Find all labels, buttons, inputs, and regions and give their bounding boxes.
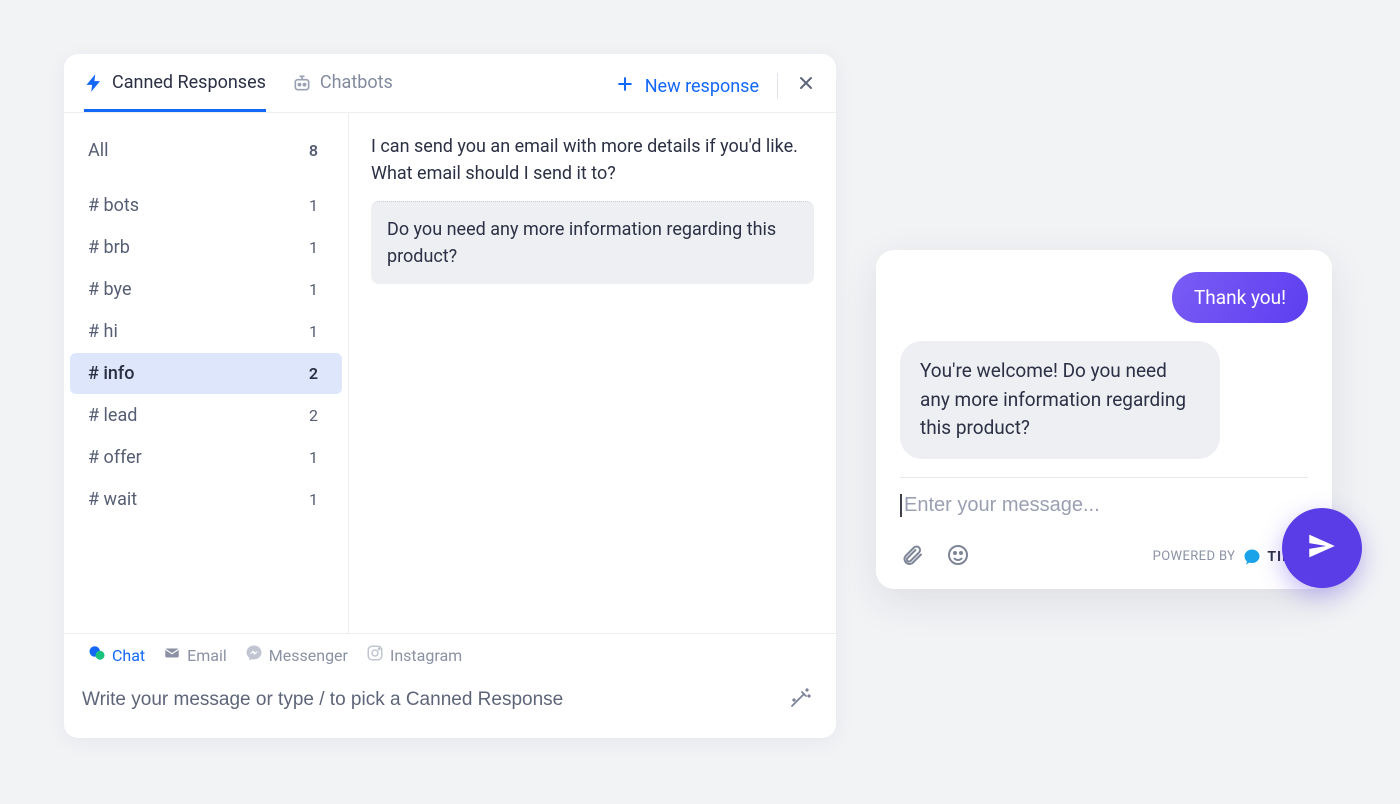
sidebar-item-label: # brb — [88, 237, 130, 258]
sidebar-tag-hi[interactable]: # hi 1 — [70, 311, 342, 352]
panel-header: Canned Responses Chatbots New response — [64, 54, 836, 113]
close-button[interactable] — [796, 73, 816, 99]
compose-row — [64, 672, 836, 738]
send-button[interactable] — [1282, 508, 1362, 588]
sidebar-tag-bots[interactable]: # bots 1 — [70, 185, 342, 226]
channel-chat-label: Chat — [112, 646, 145, 665]
compose-input[interactable] — [82, 689, 788, 711]
panel-body: All 8 # bots 1 # brb 1 # bye 1 # hi 1 # … — [64, 113, 836, 633]
sidebar-tag-bye[interactable]: # bye 1 — [70, 269, 342, 310]
channel-chat[interactable]: Chat — [88, 644, 145, 666]
channel-instagram[interactable]: Instagram — [366, 644, 462, 666]
channel-email[interactable]: Email — [163, 644, 227, 666]
sidebar-item-count: 1 — [309, 448, 318, 467]
channel-email-label: Email — [187, 646, 227, 665]
mail-icon — [163, 644, 181, 666]
message-sent: Thank you! — [1172, 272, 1308, 323]
attachment-icon[interactable] — [900, 543, 924, 571]
emoji-icon[interactable] — [946, 543, 970, 571]
sidebar-item-count: 1 — [309, 490, 318, 509]
sidebar-item-label: # wait — [88, 489, 137, 510]
powered-by-label: POWERED BY — [1153, 549, 1236, 564]
chat-divider — [900, 477, 1308, 478]
sidebar-item-count: 1 — [309, 322, 318, 341]
sidebar-item-count: 1 — [309, 196, 318, 215]
sidebar-item-count: 2 — [309, 364, 318, 383]
sidebar-tag-lead[interactable]: # lead 2 — [70, 395, 342, 436]
sidebar-item-count: 1 — [309, 238, 318, 257]
sidebar-item-label: # bye — [88, 279, 132, 300]
tab-chatbots-label: Chatbots — [320, 72, 393, 93]
channel-messenger-label: Messenger — [269, 646, 348, 665]
divider — [777, 73, 778, 99]
tab-chatbots[interactable]: Chatbots — [292, 72, 393, 112]
chat-input[interactable] — [900, 494, 1308, 517]
response-preview-2-selected[interactable]: Do you need any more information regardi… — [371, 201, 814, 284]
bolt-icon — [84, 73, 104, 93]
sidebar-tag-info[interactable]: # info 2 — [70, 353, 342, 394]
magic-wand-icon[interactable] — [788, 686, 812, 714]
robot-icon — [292, 73, 312, 93]
sidebar-item-label: # offer — [88, 447, 142, 468]
header-tabs: Canned Responses Chatbots — [84, 72, 615, 112]
header-actions: New response — [615, 73, 816, 111]
new-response-label: New response — [645, 76, 759, 97]
send-icon — [1305, 529, 1339, 567]
sidebar-tag-wait[interactable]: # wait 1 — [70, 479, 342, 520]
sidebar-tag-brb[interactable]: # brb 1 — [70, 227, 342, 268]
messenger-icon — [245, 644, 263, 666]
canned-responses-panel: Canned Responses Chatbots New response — [64, 54, 836, 738]
sidebar-all[interactable]: All 8 — [70, 130, 342, 171]
sidebar-item-label: # info — [88, 363, 135, 384]
sidebar-item-count: 1 — [309, 280, 318, 299]
sidebar-all-label: All — [88, 140, 109, 161]
tab-canned-label: Canned Responses — [112, 72, 266, 93]
chat-widget: Thank you! You're welcome! Do you need a… — [876, 250, 1332, 589]
sidebar-tag-offer[interactable]: # offer 1 — [70, 437, 342, 478]
channel-messenger[interactable]: Messenger — [245, 644, 348, 666]
tag-sidebar: All 8 # bots 1 # brb 1 # bye 1 # hi 1 # … — [64, 113, 349, 633]
sidebar-item-label: # hi — [88, 321, 118, 342]
sidebar-item-label: # bots — [88, 195, 139, 216]
response-preview-area: I can send you an email with more detail… — [349, 113, 836, 633]
chat-bubble-icon — [88, 644, 106, 666]
channel-instagram-label: Instagram — [390, 646, 462, 665]
chat-messages: Thank you! You're welcome! Do you need a… — [900, 272, 1308, 459]
instagram-icon — [366, 644, 384, 666]
sidebar-item-label: # lead — [88, 405, 137, 426]
response-preview-1[interactable]: I can send you an email with more detail… — [371, 133, 814, 187]
channel-bar: Chat Email Messenger Instagram — [64, 633, 836, 672]
chat-footer: POWERED BY TIDIO — [900, 543, 1308, 571]
plus-icon — [615, 74, 635, 99]
sidebar-all-count: 8 — [309, 141, 318, 160]
new-response-button[interactable]: New response — [615, 74, 759, 99]
close-icon — [796, 74, 816, 99]
chat-footer-icons — [900, 543, 970, 571]
tab-canned-responses[interactable]: Canned Responses — [84, 72, 266, 112]
sidebar-item-count: 2 — [309, 406, 318, 425]
tidio-bubble-icon — [1243, 548, 1261, 566]
message-received: You're welcome! Do you need any more inf… — [900, 341, 1220, 459]
